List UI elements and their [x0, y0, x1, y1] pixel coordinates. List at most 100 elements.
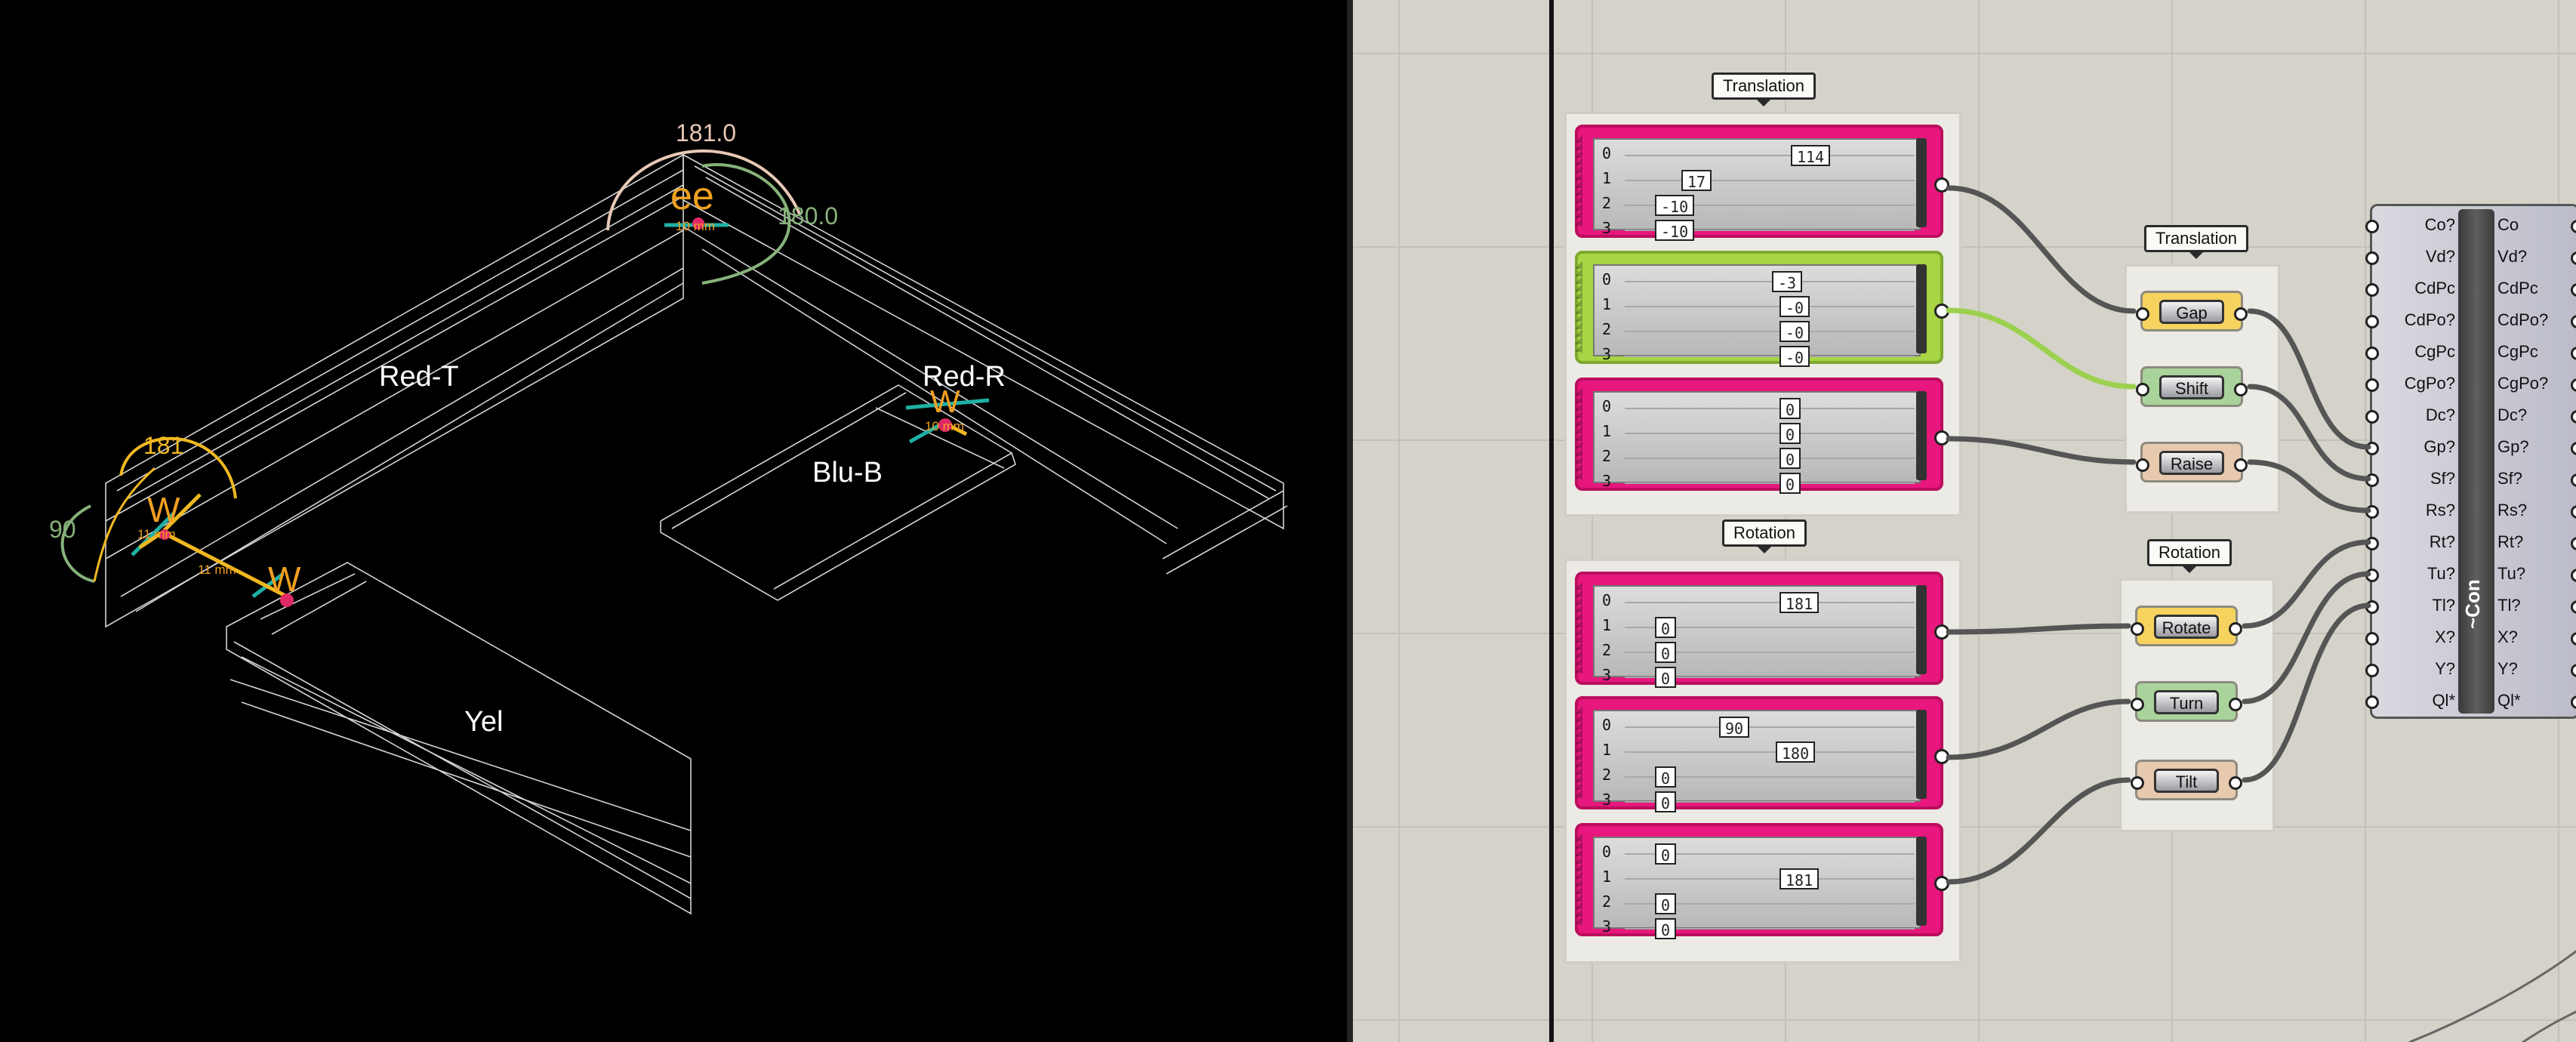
slider-scrollbar[interactable]	[1916, 264, 1927, 353]
group-label-rotation-right[interactable]: Rotation	[2147, 539, 2232, 573]
connector-input-port[interactable]	[2365, 347, 2379, 360]
md-slider-2[interactable]: 0 -3 1 -0 2 -0 3 -0	[1575, 251, 1949, 367]
slider-output-port[interactable]	[1934, 304, 1949, 319]
connector-input-port[interactable]	[2365, 569, 2379, 582]
connector-input-port[interactable]	[2365, 315, 2379, 328]
gumball-mid-label[interactable]: W	[930, 384, 960, 420]
slider-value[interactable]: 0	[1655, 843, 1677, 865]
gumball-bottom-label[interactable]: W	[268, 559, 300, 600]
slider-value[interactable]: 0	[1655, 893, 1677, 914]
group-label-translation-right[interactable]: Translation	[2144, 225, 2249, 259]
slider-grid[interactable]: 0 114 1 17 2 -10 3 -10	[1593, 138, 1921, 241]
md-slider-3[interactable]: 0 0 1 0 2 0 3 0	[1575, 378, 1949, 494]
gumball-left-label[interactable]: W	[147, 489, 180, 530]
rhino-viewport[interactable]: Red-T Red-R Blu-B Yel 181.0 180.0 181 90…	[0, 0, 1347, 1042]
raise-input-port[interactable]	[2136, 458, 2149, 472]
turn-output-port[interactable]	[2229, 698, 2242, 711]
slider-row-index: 0	[1602, 397, 1612, 415]
slider-scrollbar[interactable]	[1916, 710, 1927, 799]
md-slider-5[interactable]: 0 90 1 180 2 0 3 0	[1575, 696, 1949, 812]
tilt-component[interactable]: Tilt	[2131, 760, 2242, 800]
connector-input-port[interactable]	[2365, 473, 2379, 487]
slider-value[interactable]: 0	[1779, 398, 1801, 419]
slider-value[interactable]: 0	[1655, 617, 1677, 638]
slider-value[interactable]: 0	[1655, 918, 1677, 939]
raise-component[interactable]: Raise	[2136, 442, 2248, 482]
slider-value[interactable]: 0	[1779, 448, 1801, 469]
turn-component[interactable]: Turn	[2131, 681, 2242, 722]
connector-input-port[interactable]	[2365, 695, 2379, 709]
gumball-top-label[interactable]: ee	[670, 174, 714, 219]
gap-component[interactable]: Gap	[2136, 291, 2248, 331]
slider-output-port[interactable]	[1934, 749, 1949, 764]
slider-value[interactable]: -0	[1779, 346, 1810, 367]
slider-grid[interactable]: 0 0 1 181 2 0 3 0	[1593, 837, 1921, 939]
slider-value[interactable]: 181	[1779, 868, 1820, 889]
tilt-output-port[interactable]	[2229, 776, 2242, 790]
slider-output-port[interactable]	[1934, 876, 1949, 891]
slider-value[interactable]: 0	[1655, 766, 1677, 788]
slider-value[interactable]: 0	[1655, 791, 1677, 812]
grasshopper-canvas[interactable]: Translation Rotation Translation Rotatio…	[1353, 0, 2576, 1042]
raise-output-port[interactable]	[2234, 458, 2248, 472]
slider-value[interactable]: -10	[1655, 195, 1695, 216]
slider-grid[interactable]: 0 90 1 180 2 0 3 0	[1593, 710, 1921, 812]
slider-value[interactable]: -10	[1655, 220, 1695, 241]
connector-input-port[interactable]	[2365, 251, 2379, 265]
slider-value[interactable]: 114	[1791, 145, 1831, 166]
slider-value[interactable]: 90	[1719, 717, 1750, 738]
connector-input-port[interactable]	[2365, 632, 2379, 646]
connector-input-port[interactable]	[2365, 505, 2379, 519]
slider-scrollbar[interactable]	[1916, 585, 1927, 674]
connector-title: ~Con	[2461, 579, 2484, 629]
slider-value[interactable]: 180	[1776, 741, 1816, 763]
shift-input-port[interactable]	[2136, 383, 2149, 396]
group-label-rotation-left[interactable]: Rotation	[1722, 519, 1807, 553]
shift-output-port[interactable]	[2234, 383, 2248, 396]
slider-value[interactable]: 0	[1779, 423, 1801, 444]
slider-grid[interactable]: 0 0 1 0 2 0 3 0	[1593, 391, 1921, 494]
angle-left-label: 181	[143, 432, 184, 459]
connector-input-port[interactable]	[2365, 442, 2379, 455]
connector-component[interactable]: ~Con Co? Co Vd? Vd? CdPc CdPc CdPo? CdPo? CgPc Cg…	[2365, 204, 2576, 719]
connector-input-port[interactable]	[2365, 410, 2379, 424]
md-slider-1[interactable]: 0 114 1 17 2 -10 3 -10	[1575, 125, 1949, 241]
slider-value[interactable]: 0	[1655, 642, 1677, 663]
connector-input-label: Gp?	[2423, 437, 2455, 456]
connector-input-port[interactable]	[2365, 664, 2379, 677]
slider-output-port[interactable]	[1934, 624, 1949, 640]
connector-input-port[interactable]	[2365, 378, 2379, 392]
slider-output-port[interactable]	[1934, 177, 1949, 193]
md-slider-6[interactable]: 0 0 1 181 2 0 3 0	[1575, 823, 1949, 939]
group-label-translation-left[interactable]: Translation	[1712, 72, 1816, 106]
slider-grid[interactable]: 0 -3 1 -0 2 -0 3 -0	[1593, 264, 1921, 367]
rotate-output-port[interactable]	[2229, 622, 2242, 636]
tilt-input-port[interactable]	[2131, 776, 2144, 790]
slider-scrollbar[interactable]	[1916, 391, 1927, 480]
slider-output-port[interactable]	[1934, 430, 1949, 445]
slider-value[interactable]: -0	[1779, 296, 1810, 317]
slider-value[interactable]: 17	[1681, 170, 1712, 191]
rotate-input-port[interactable]	[2131, 622, 2144, 636]
slider-value[interactable]: 0	[1779, 473, 1801, 494]
connector-input-port[interactable]	[2365, 220, 2379, 233]
gap-input-port[interactable]	[2136, 307, 2149, 321]
slider-value[interactable]: -3	[1772, 271, 1803, 292]
connector-input-port[interactable]	[2365, 600, 2379, 614]
slider-scrollbar[interactable]	[1916, 837, 1927, 926]
connector-input-port[interactable]	[2365, 283, 2379, 297]
turn-input-port[interactable]	[2131, 698, 2144, 711]
gap-output-port[interactable]	[2234, 307, 2248, 321]
shift-component[interactable]: Shift	[2136, 366, 2248, 407]
rotate-component[interactable]: Rotate	[2131, 606, 2242, 646]
slider-grid[interactable]: 0 181 1 0 2 0 3 0	[1593, 585, 1921, 688]
canvas-edge	[1549, 0, 1554, 1042]
slider-value[interactable]: 181	[1779, 592, 1820, 613]
distance-top-label: 10 mm	[676, 219, 715, 233]
connector-input-port[interactable]	[2365, 537, 2379, 550]
pane-splitter[interactable]	[1347, 0, 1353, 1042]
md-slider-4[interactable]: 0 181 1 0 2 0 3 0	[1575, 572, 1949, 688]
slider-scrollbar[interactable]	[1916, 138, 1927, 227]
slider-value[interactable]: 0	[1655, 667, 1677, 688]
slider-value[interactable]: -0	[1779, 321, 1810, 342]
